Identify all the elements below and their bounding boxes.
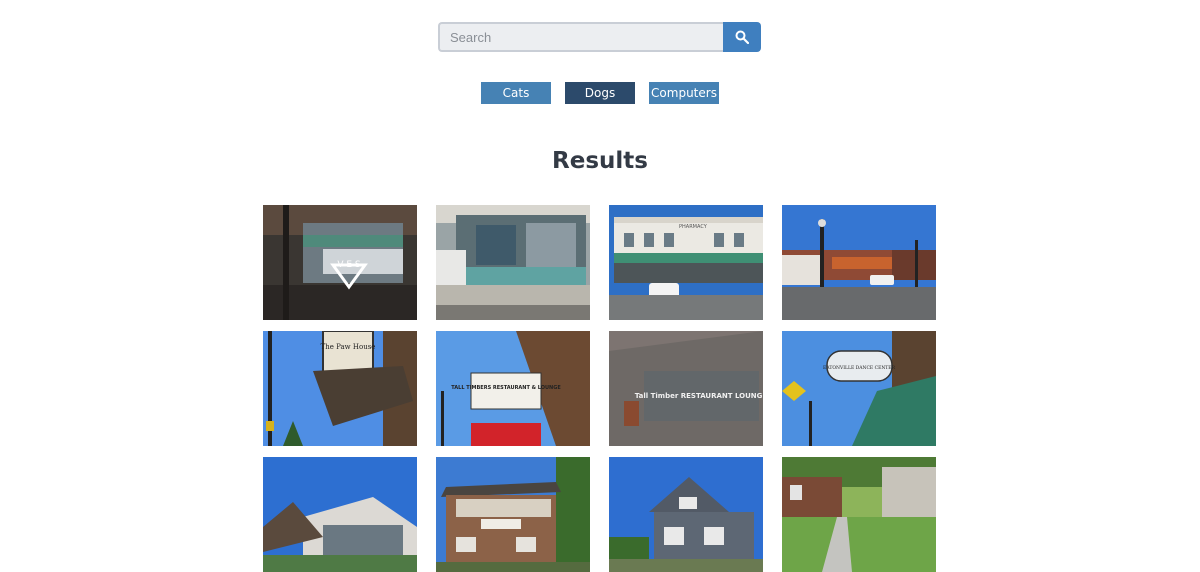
category-filters: Cats Dogs Computers [0, 82, 1200, 104]
svg-text:TALL TIMBERS RESTAURANT & LOUN: TALL TIMBERS RESTAURANT & LOUNGE [451, 385, 561, 391]
svg-text:Tall Timber RESTAURANT LOUNGE: Tall Timber RESTAURANT LOUNGE [635, 392, 763, 400]
search-button[interactable] [723, 22, 761, 52]
result-image[interactable] [782, 205, 936, 320]
svg-text:The Paw House: The Paw House [321, 343, 376, 351]
result-image[interactable]: TALL TIMBERS RESTAURANT & LOUNGE [436, 331, 590, 446]
result-image[interactable]: PHARMACY [609, 205, 763, 320]
result-image[interactable]: The Paw House [263, 331, 417, 446]
search-icon [735, 30, 749, 44]
result-image[interactable] [263, 457, 417, 572]
result-image[interactable] [782, 457, 936, 572]
results-grid: V E S PHARMACY The Paw House TALL TIMBER… [263, 205, 936, 572]
svg-text:PHARMACY: PHARMACY [679, 224, 708, 230]
result-image[interactable]: EATONVILLE DANCE CENTER [782, 331, 936, 446]
category-button-dogs[interactable]: Dogs [565, 82, 635, 104]
search-input[interactable] [438, 22, 723, 52]
result-image[interactable] [609, 457, 763, 572]
result-image[interactable] [436, 457, 590, 572]
result-image[interactable]: V E S [263, 205, 417, 320]
result-image[interactable] [436, 205, 590, 320]
category-button-computers[interactable]: Computers [649, 82, 719, 104]
svg-text:EATONVILLE DANCE CENTER: EATONVILLE DANCE CENTER [823, 365, 896, 371]
search-bar [438, 22, 761, 52]
results-title: Results [552, 148, 648, 174]
category-button-cats[interactable]: Cats [481, 82, 551, 104]
result-image[interactable]: Tall Timber RESTAURANT LOUNGE [609, 331, 763, 446]
